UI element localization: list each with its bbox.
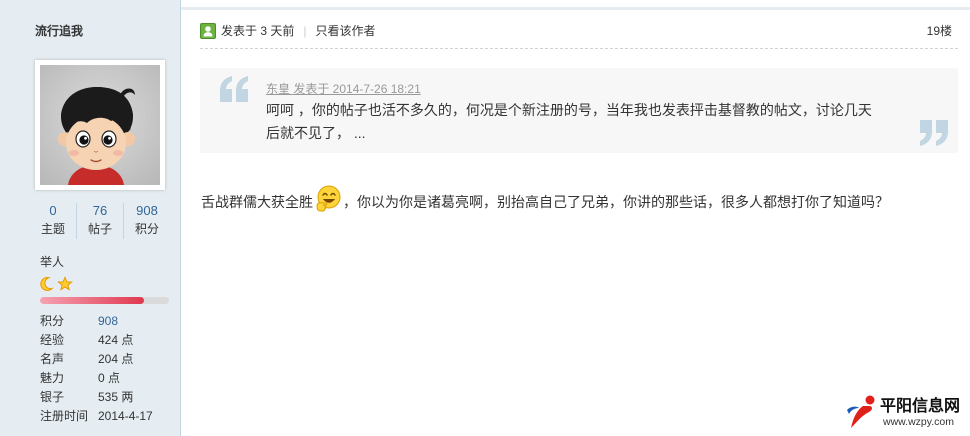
profile-label: 经验: [40, 333, 65, 347]
quote-text: 呵呵 ，你的帖子也活不多久的，何况是个新注册的号，当年我也发表抨击基督教的帖文，…: [266, 99, 872, 145]
stat-posts-label: 帖子: [87, 222, 112, 236]
cartoon-boy-avatar-icon: [40, 65, 160, 185]
stat-posts-value[interactable]: 76: [77, 203, 123, 219]
profile-info: 积分 908 经验 424 点 名声 204 点 魅力 0 点 银子 535 两…: [40, 312, 175, 426]
open-quote-icon: [220, 76, 248, 102]
stat-threads-value[interactable]: 0: [30, 203, 76, 219]
profile-row-reputation: 名声 204 点: [40, 350, 175, 369]
star-icon: [57, 276, 73, 291]
rank-stars-icon: [40, 276, 73, 291]
user-rank-title[interactable]: 举人: [40, 255, 64, 269]
avatar[interactable]: [35, 60, 165, 190]
site-logo-icon: [847, 395, 875, 428]
profile-row-register-date: 注册时间 2014-4-17: [40, 407, 175, 426]
profile-credits-value[interactable]: 908: [98, 312, 118, 331]
quote-line: 呵呵 ，你的帖子也活不多久的，何况是个新注册的号，当年我也发表抨击基督教的帖文，…: [266, 102, 872, 118]
post-floor-link[interactable]: 19楼: [927, 24, 952, 38]
profile-row-experience: 经验 424 点: [40, 331, 175, 350]
stat-credits-label: 积分: [134, 222, 159, 236]
post-time: 发表于 3 天前: [221, 24, 295, 38]
quote-source-link[interactable]: 东皇 发表于 2014-7-26 18:21: [266, 82, 421, 96]
stat-credits-value[interactable]: 908: [124, 203, 170, 219]
watermark-site-name: 平阳信息网: [880, 398, 961, 415]
author-stats: 0 主题 76 帖子 908 积分: [30, 203, 170, 239]
profile-value: 204 点: [98, 352, 134, 366]
header-separator: |: [303, 24, 307, 38]
quote-line: 后就不见了， ...: [266, 125, 366, 141]
grin-emoji-icon: [316, 185, 341, 212]
rank-progress-bar: [40, 297, 169, 304]
close-quote-icon: [920, 120, 948, 146]
only-author-link[interactable]: 只看该作者: [315, 24, 375, 38]
profile-label: 积分: [40, 314, 65, 328]
profile-label: 注册时间: [40, 409, 89, 423]
author-sidebar: 流行追我 0 主题 76 帖子 908 积分 举人 积分 908 经验 424 …: [0, 0, 181, 436]
post-header: 发表于 3 天前 | 只看该作者: [200, 22, 375, 40]
profile-row-charm: 魅力 0 点: [40, 369, 175, 388]
profile-value: 424 点: [98, 333, 134, 347]
post-body-text: ，你以为你是诸葛亮啊，别抬高自己了兄弟，你讲的那些话，很多人都想打你了知道吗？: [343, 194, 889, 210]
profile-row-credits: 积分 908: [40, 312, 175, 331]
profile-label: 银子: [40, 390, 65, 404]
profile-value: 0 点: [98, 371, 121, 385]
moon-icon: [40, 276, 54, 291]
profile-label: 魅力: [40, 371, 65, 385]
stat-credits: 908 积分: [123, 203, 170, 239]
profile-label: 名声: [40, 352, 65, 366]
user-online-icon: [200, 23, 216, 39]
author-username-link[interactable]: 流行追我: [35, 24, 83, 38]
post-header-divider: [200, 48, 958, 49]
rank-progress-fill: [40, 297, 145, 304]
quote-block: 东皇 发表于 2014-7-26 18:21 呵呵 ，你的帖子也活不多久的，何况…: [200, 68, 958, 153]
stat-threads-label: 主题: [40, 222, 65, 236]
watermark-site-url: www.wzpy.com: [883, 416, 954, 428]
stat-threads: 0 主题: [30, 203, 76, 239]
profile-value: 535 两: [98, 390, 134, 404]
stat-posts: 76 帖子: [76, 203, 123, 239]
post-body: 舌战群儒大获全胜 ，你以为你是诸葛亮啊，别抬高自己了兄弟，你讲的那些话，很多人都…: [201, 184, 889, 212]
profile-row-silver: 银子 535 两: [40, 388, 175, 407]
post-body-text: 舌战群儒大获全胜: [201, 194, 313, 210]
post-separator-band: [181, 7, 970, 10]
profile-value: 2014-4-17: [98, 409, 153, 423]
